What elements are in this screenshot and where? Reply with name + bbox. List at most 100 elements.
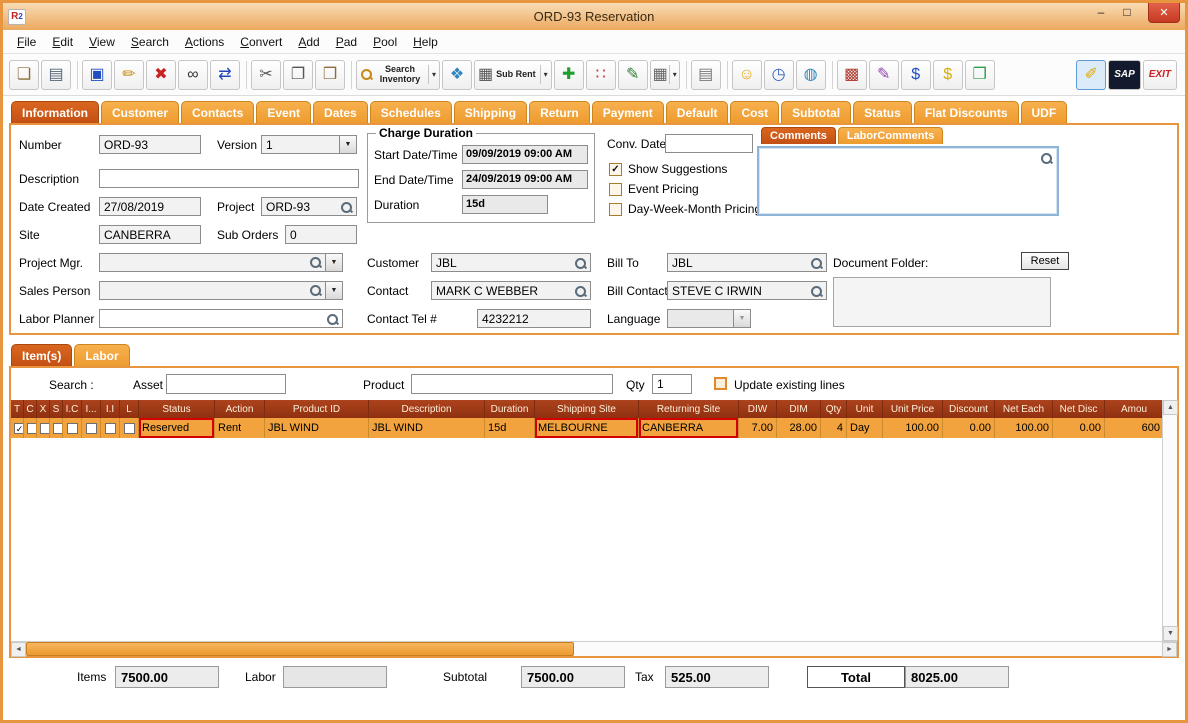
row-checkbox-s[interactable] (53, 423, 63, 434)
version-combo[interactable]: 1 ▼ (261, 135, 357, 154)
history-clock-button[interactable]: ◷ (764, 60, 794, 90)
cell-dim[interactable]: 28.00 (777, 418, 821, 438)
tab-information[interactable]: Information (11, 101, 99, 123)
row-checkbox-c[interactable] (27, 423, 37, 434)
end-datetime-field[interactable]: 24/09/2019 09:00 AM (462, 170, 588, 189)
sub-rent-button-dropdown-icon[interactable]: ▾ (540, 65, 548, 85)
tab-return[interactable]: Return (529, 101, 590, 123)
rubik-cube-button[interactable]: ▩ (837, 60, 867, 90)
checkbox-show-suggestions[interactable]: ✓ (609, 163, 622, 176)
bill-contact-lookup-icon[interactable] (810, 285, 823, 298)
labor-planner-lookup-icon[interactable] (326, 313, 339, 326)
menu-help[interactable]: Help (405, 32, 446, 52)
new-document-button[interactable]: ❏ (9, 60, 39, 90)
product-input[interactable] (411, 374, 613, 394)
cell-s[interactable] (50, 418, 63, 438)
sap-button[interactable]: SAP (1108, 60, 1141, 90)
cell-duration[interactable]: 15d (485, 418, 535, 438)
menu-add[interactable]: Add (290, 32, 327, 52)
column-header-net-each[interactable]: Net Each (995, 400, 1053, 418)
horizontal-scrollbar[interactable]: ◄ ► (11, 641, 1177, 656)
delete-button[interactable]: ✖ (146, 60, 176, 90)
items-tab-labor[interactable]: Labor (74, 344, 129, 366)
export-data-button[interactable]: ❒ (965, 60, 995, 90)
find-binoculars-button[interactable]: ∞ (178, 60, 208, 90)
asset-input[interactable] (166, 374, 286, 394)
tab-subtotal[interactable]: Subtotal (781, 101, 851, 123)
number-field[interactable]: ORD-93 (99, 135, 201, 154)
maximize-button[interactable]: □ (1114, 3, 1140, 21)
search-inventory-button[interactable]: Search Inventory▾ (356, 60, 440, 90)
update-existing-lines-checkbox[interactable] (714, 377, 727, 390)
column-header-c[interactable]: C (24, 400, 37, 418)
row-checkbox-i[interactable] (86, 423, 97, 434)
start-datetime-field[interactable]: 09/09/2019 09:00 AM (462, 145, 588, 164)
tab-contacts[interactable]: Contacts (181, 101, 254, 123)
column-header-qty[interactable]: Qty (821, 400, 847, 418)
labor-planner-field[interactable] (99, 309, 343, 328)
cell-amou[interactable]: 600 (1105, 418, 1162, 438)
search-inventory-button-dropdown-icon[interactable]: ▾ (428, 65, 436, 85)
menu-pool[interactable]: Pool (365, 32, 405, 52)
cell-unit[interactable]: Day (847, 418, 883, 438)
items-tab-item-s[interactable]: Item(s) (11, 344, 72, 366)
cell-qty[interactable]: 4 (821, 418, 847, 438)
reset-button[interactable]: Reset (1021, 252, 1069, 270)
close-button[interactable]: ✕ (1148, 3, 1180, 23)
column-header-net-disc[interactable]: Net Disc (1053, 400, 1105, 418)
column-header-status[interactable]: Status (139, 400, 215, 418)
column-header-amou[interactable]: Amou (1105, 400, 1162, 418)
cell-i-c[interactable] (63, 418, 82, 438)
customer-lookup-icon[interactable] (574, 257, 587, 270)
menu-search[interactable]: Search (123, 32, 177, 52)
column-header-description[interactable]: Description (369, 400, 485, 418)
column-header-unit-price[interactable]: Unit Price (883, 400, 943, 418)
comments-tab-laborcomments[interactable]: LaborComments (838, 127, 943, 144)
cell-product-id[interactable]: JBL WIND (265, 418, 369, 438)
checkbox-event-pricing[interactable] (609, 183, 622, 196)
duration-field[interactable]: 15d (462, 195, 548, 214)
vertical-scrollbar[interactable]: ▲ ▼ (1162, 400, 1177, 641)
cell-net-each[interactable]: 100.00 (995, 418, 1053, 438)
cell-shipping-site[interactable]: MELBOURNE (535, 418, 639, 438)
contact-lookup-icon[interactable] (574, 285, 587, 298)
horizontal-scroll-track[interactable] (574, 642, 1162, 656)
project-mgr-lookup-icon[interactable] (309, 256, 322, 269)
bill-to-lookup-icon[interactable] (810, 257, 823, 270)
edit-note-button[interactable]: ✎ (618, 60, 648, 90)
cell-action[interactable]: Rent (215, 418, 265, 438)
language-dropdown-icon[interactable]: ▼ (734, 309, 751, 328)
smiley-button[interactable]: ☺ (732, 60, 762, 90)
exit-button[interactable]: EXIT (1143, 60, 1177, 90)
column-header-i-i[interactable]: I.I (101, 400, 120, 418)
menu-view[interactable]: View (81, 32, 123, 52)
print-button[interactable]: ▤ (41, 60, 71, 90)
comments-tab-comments[interactable]: Comments (761, 127, 836, 144)
project-field[interactable]: ORD-93 (261, 197, 357, 216)
cell-c[interactable] (24, 418, 37, 438)
document-folder-box[interactable] (833, 277, 1051, 327)
notes-pencil-button[interactable]: ✎ (869, 60, 899, 90)
horizontal-scroll-thumb[interactable] (26, 642, 574, 656)
fax-print-button[interactable]: ▤ (691, 60, 721, 90)
tab-schedules[interactable]: Schedules (370, 101, 452, 123)
sales-person-dropdown-icon[interactable]: ▼ (326, 281, 343, 300)
site-field[interactable]: CANBERRA (99, 225, 201, 244)
globe-button[interactable]: ◍ (796, 60, 826, 90)
sales-person-lookup-icon[interactable] (309, 284, 322, 297)
row-checkbox-t[interactable]: ✓ (14, 423, 24, 434)
project-mgr-dropdown-icon[interactable]: ▼ (326, 253, 343, 272)
customer-field[interactable]: JBL (431, 253, 591, 272)
cell-diw[interactable]: 7.00 (739, 418, 777, 438)
column-header-returning-site[interactable]: Returning Site (639, 400, 739, 418)
sub-rent-button[interactable]: ▦Sub Rent▾ (474, 60, 552, 90)
currency-dollar-button[interactable]: $ (901, 60, 931, 90)
column-header-l[interactable]: L (120, 400, 139, 418)
project-mgr-combo[interactable]: ▼ (99, 253, 343, 272)
contact-field[interactable]: MARK C WEBBER (431, 281, 591, 300)
column-header-t[interactable]: T (11, 400, 24, 418)
row-checkbox-x[interactable] (40, 423, 50, 434)
cut-button[interactable]: ✂ (251, 60, 281, 90)
description-field[interactable] (99, 169, 359, 188)
comments-zoom-icon[interactable] (1040, 152, 1053, 165)
